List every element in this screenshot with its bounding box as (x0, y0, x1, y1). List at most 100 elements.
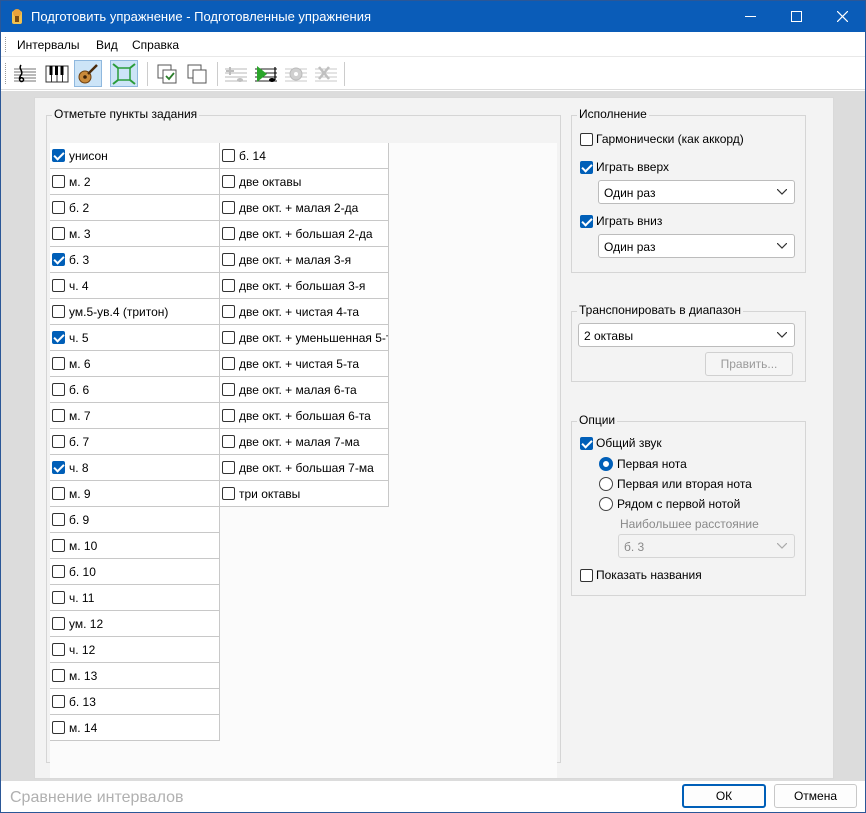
cancel-button[interactable]: Отмена (774, 784, 857, 808)
minimize-button[interactable] (727, 1, 773, 32)
list-item[interactable]: б. 10 (50, 559, 220, 585)
uncheck-all-button[interactable] (184, 60, 212, 87)
list-item-checkbox[interactable] (52, 565, 65, 578)
list-item[interactable]: м. 9 (50, 481, 220, 507)
list-item[interactable]: две окт. + уменьшенная 5-та (220, 325, 389, 351)
check-all-button[interactable] (154, 60, 182, 87)
list-item-checkbox[interactable] (52, 279, 65, 292)
close-button[interactable] (819, 1, 865, 32)
list-item-checkbox[interactable] (222, 201, 235, 214)
list-item-checkbox[interactable] (222, 279, 235, 292)
list-item[interactable]: две окт. + большая 7-ма (220, 455, 389, 481)
list-item-checkbox[interactable] (52, 253, 65, 266)
list-item-checkbox[interactable] (222, 383, 235, 396)
list-item-checkbox[interactable] (52, 643, 65, 656)
play-up-mode-select[interactable]: Один раз (598, 180, 795, 204)
list-item-checkbox[interactable] (222, 331, 235, 344)
list-item[interactable]: м. 7 (50, 403, 220, 429)
play-exercise-button[interactable] (252, 60, 280, 87)
list-item-checkbox[interactable] (52, 721, 65, 734)
list-item-checkbox[interactable] (222, 305, 235, 318)
list-item[interactable]: б. 14 (220, 143, 389, 169)
list-item[interactable]: ч. 5 (50, 325, 220, 351)
menu-view[interactable]: Вид (96, 38, 118, 52)
list-item[interactable]: две окт. + малая 7-ма (220, 429, 389, 455)
items-listbox[interactable]: унисон м. 2 б. 2 м. 3 б. 3 ч. 4 ум.5-ув.4 (три… (50, 143, 557, 778)
list-item[interactable]: б. 9 (50, 507, 220, 533)
maximize-button[interactable] (773, 1, 819, 32)
delete-exercise-button[interactable] (312, 60, 340, 87)
list-item[interactable]: две окт. + большая 2-да (220, 221, 389, 247)
list-item-checkbox[interactable] (52, 669, 65, 682)
list-item-checkbox[interactable] (52, 617, 65, 630)
list-item-checkbox[interactable] (222, 149, 235, 162)
list-item[interactable]: ч. 11 (50, 585, 220, 611)
list-item-checkbox[interactable] (222, 487, 235, 500)
list-item[interactable]: две окт. + чистая 4-та (220, 299, 389, 325)
settings-exercise-button[interactable] (282, 60, 310, 87)
radio-first-or-second-note[interactable]: Первая или вторая нота (599, 477, 789, 493)
list-item[interactable]: м. 6 (50, 351, 220, 377)
list-item-checkbox[interactable] (222, 409, 235, 422)
list-item-checkbox[interactable] (52, 435, 65, 448)
list-item-checkbox[interactable] (222, 435, 235, 448)
list-item-checkbox[interactable] (52, 175, 65, 188)
list-item[interactable]: ум. 12 (50, 611, 220, 637)
menu-intervals[interactable]: Интервалы (17, 38, 80, 52)
list-item-checkbox[interactable] (52, 305, 65, 318)
list-item[interactable]: м. 14 (50, 715, 220, 741)
radio-near-first-note[interactable]: Рядом с первой нотой (599, 497, 789, 513)
treble-clef-button[interactable] (11, 60, 39, 87)
list-item-checkbox[interactable] (52, 487, 65, 500)
list-item[interactable]: две окт. + большая 6-та (220, 403, 389, 429)
list-item-checkbox[interactable] (52, 149, 65, 162)
list-item-checkbox[interactable] (222, 175, 235, 188)
play-down-mode-select[interactable]: Один раз (598, 234, 795, 258)
transpose-range-select[interactable]: 2 октавы (578, 323, 795, 347)
list-item-checkbox[interactable] (52, 539, 65, 552)
list-item[interactable]: две окт. + малая 6-та (220, 377, 389, 403)
menu-grip[interactable] (5, 37, 8, 52)
harmonic-checkbox[interactable]: Гармонически (как аккорд) (580, 132, 800, 148)
list-item-checkbox[interactable] (222, 357, 235, 370)
expand-button[interactable] (110, 60, 138, 87)
title-bar[interactable]: Подготовить упражнение - Подготовленные … (1, 1, 865, 32)
piano-keyboard-button[interactable] (43, 60, 71, 87)
list-item-checkbox[interactable] (52, 201, 65, 214)
list-item-checkbox[interactable] (222, 227, 235, 240)
list-item-checkbox[interactable] (222, 461, 235, 474)
list-item[interactable]: м. 10 (50, 533, 220, 559)
list-item[interactable]: б. 7 (50, 429, 220, 455)
add-exercise-button[interactable] (222, 60, 250, 87)
list-item[interactable]: ч. 12 (50, 637, 220, 663)
list-item[interactable]: б. 6 (50, 377, 220, 403)
list-item-checkbox[interactable] (52, 461, 65, 474)
list-item[interactable]: ч. 4 (50, 273, 220, 299)
list-item[interactable]: б. 13 (50, 689, 220, 715)
list-item[interactable]: две окт. + чистая 5-та (220, 351, 389, 377)
list-item[interactable]: б. 3 (50, 247, 220, 273)
radio-first-note[interactable]: Первая нота (599, 457, 789, 473)
list-item-checkbox[interactable] (52, 695, 65, 708)
list-item-checkbox[interactable] (52, 383, 65, 396)
list-item-checkbox[interactable] (52, 227, 65, 240)
list-item-checkbox[interactable] (52, 409, 65, 422)
list-item[interactable]: две окт. + малая 3-я (220, 247, 389, 273)
show-names-checkbox[interactable]: Показать названия (580, 568, 800, 584)
max-distance-select[interactable]: б. 3 (618, 534, 795, 558)
common-sound-checkbox[interactable]: Общий звук (580, 436, 800, 452)
list-item[interactable]: две окт. + малая 2-да (220, 195, 389, 221)
list-item[interactable]: унисон (50, 143, 220, 169)
list-item[interactable]: ч. 8 (50, 455, 220, 481)
list-item[interactable]: три октавы (220, 481, 389, 507)
guitar-button[interactable] (74, 60, 102, 87)
ok-button[interactable]: ОК (682, 784, 766, 808)
list-item-checkbox[interactable] (52, 513, 65, 526)
list-item-checkbox[interactable] (52, 357, 65, 370)
edit-range-button[interactable]: Править... (705, 352, 793, 376)
list-item[interactable]: м. 2 (50, 169, 220, 195)
toolbar-grip[interactable] (5, 63, 8, 84)
list-item-checkbox[interactable] (222, 253, 235, 266)
list-item[interactable]: б. 2 (50, 195, 220, 221)
list-item[interactable]: две октавы (220, 169, 389, 195)
